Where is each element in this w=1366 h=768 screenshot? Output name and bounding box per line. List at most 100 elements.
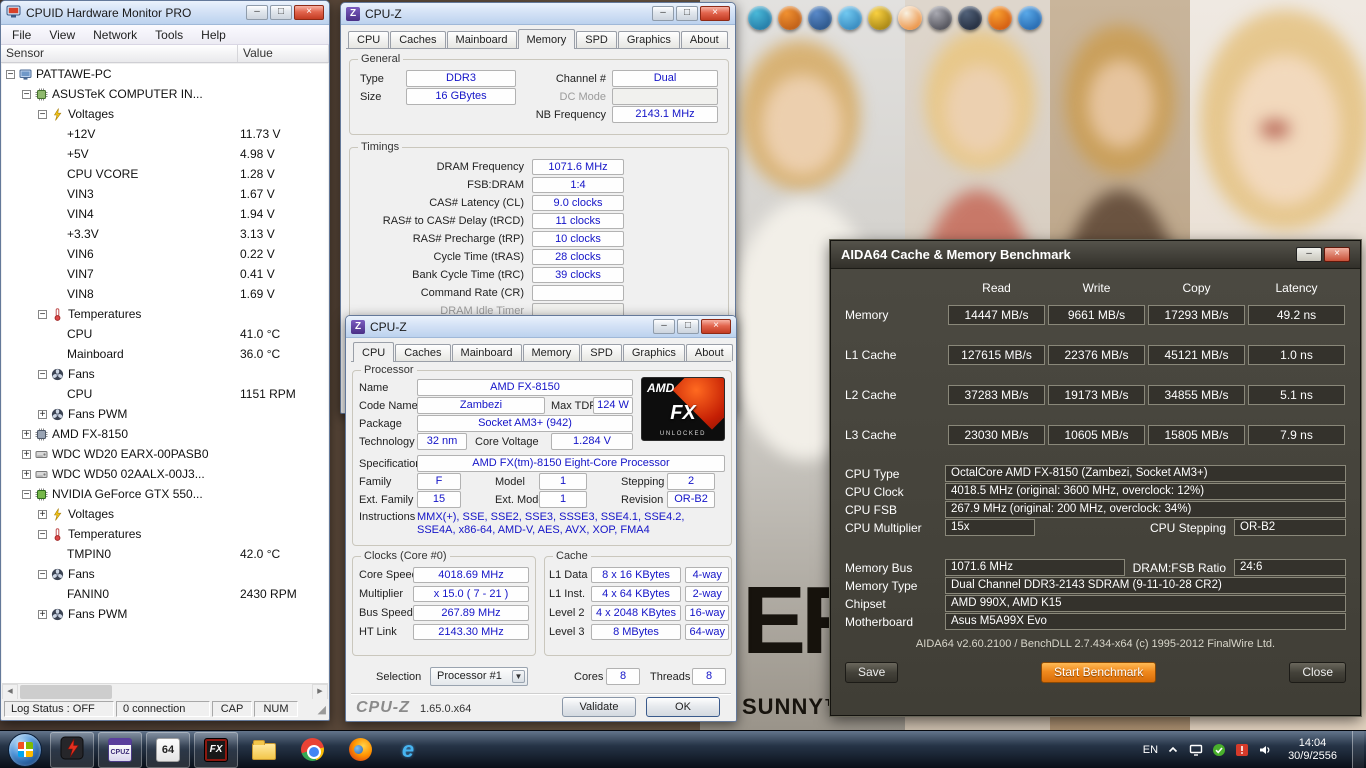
tab-mainboard[interactable]: Mainboard bbox=[451, 344, 522, 361]
tree-item[interactable]: VIN6 0.22 V bbox=[2, 244, 328, 264]
update-tray-icon[interactable] bbox=[1211, 742, 1227, 758]
hwmonitor-titlebar[interactable]: CPUID Hardware Monitor PRO – □ × bbox=[1, 1, 329, 25]
tab-graphics[interactable]: Graphics bbox=[622, 344, 685, 361]
tab-spd[interactable]: SPD bbox=[576, 31, 617, 48]
tree-item[interactable]: VIN7 0.41 V bbox=[2, 264, 328, 284]
menu-file[interactable]: File bbox=[3, 26, 40, 44]
hidden-icons-chevron-icon[interactable] bbox=[1165, 742, 1181, 758]
scrollbar-thumb[interactable] bbox=[20, 684, 112, 699]
scroll-right-icon[interactable]: ▶ bbox=[312, 683, 328, 700]
taskbar-item-chrome[interactable] bbox=[290, 732, 334, 768]
dock-icon-7[interactable] bbox=[928, 6, 952, 30]
validate-button[interactable]: Validate bbox=[562, 697, 636, 717]
tree-item[interactable]: − PATTAWE-PC bbox=[2, 64, 328, 84]
alert-tray-icon[interactable] bbox=[1234, 742, 1250, 758]
show-desktop-button[interactable] bbox=[1352, 730, 1364, 768]
tree-item[interactable]: CPU 1151 RPM bbox=[2, 384, 328, 404]
tab-mainboard[interactable]: Mainboard bbox=[446, 31, 517, 48]
tree-item[interactable]: − Temperatures bbox=[2, 304, 328, 324]
cpuz-memory-titlebar[interactable]: Z CPU-Z – □ × bbox=[341, 3, 735, 25]
tree-item[interactable]: − ASUSTeK COMPUTER IN... bbox=[2, 84, 328, 104]
display-tray-icon[interactable] bbox=[1188, 742, 1204, 758]
expand-toggle-icon[interactable]: + bbox=[22, 429, 31, 439]
taskbar-item-firefox[interactable] bbox=[338, 732, 382, 768]
menu-view[interactable]: View bbox=[40, 26, 84, 44]
tree-item[interactable]: VIN4 1.94 V bbox=[2, 204, 328, 224]
dock-icon-4[interactable] bbox=[838, 6, 862, 30]
expand-toggle-icon[interactable]: − bbox=[38, 569, 47, 579]
start-button[interactable] bbox=[8, 732, 42, 767]
horizontal-scrollbar[interactable]: ◀ ▶ bbox=[2, 683, 328, 700]
tree-item[interactable]: + WDC WD20 EARX-00PASB0 bbox=[2, 444, 328, 464]
tree-item[interactable]: − Fans bbox=[2, 564, 328, 584]
ok-button[interactable]: OK bbox=[646, 697, 720, 717]
processor-select[interactable]: Processor #1 ▼ bbox=[430, 667, 528, 686]
expand-toggle-icon[interactable]: + bbox=[38, 609, 47, 619]
scroll-left-icon[interactable]: ◀ bbox=[2, 683, 18, 700]
dock-icon-10[interactable] bbox=[1018, 6, 1042, 30]
tab-caches[interactable]: Caches bbox=[395, 344, 451, 361]
dock-icon-1[interactable] bbox=[748, 6, 772, 30]
dock-icon-2[interactable] bbox=[778, 6, 802, 30]
maximize-button[interactable]: □ bbox=[270, 5, 292, 20]
language-indicator[interactable]: EN bbox=[1143, 744, 1158, 756]
minimize-button[interactable]: – bbox=[652, 6, 674, 21]
tree-item[interactable]: + AMD FX-8150 bbox=[2, 424, 328, 444]
tree-item[interactable]: − NVIDIA GeForce GTX 550... bbox=[2, 484, 328, 504]
dock-icon-6[interactable] bbox=[898, 6, 922, 30]
column-header-sensor[interactable]: Sensor bbox=[1, 45, 238, 62]
chevron-down-icon[interactable]: ▼ bbox=[512, 670, 525, 683]
tree-item[interactable]: VIN3 1.67 V bbox=[2, 184, 328, 204]
menu-network[interactable]: Network bbox=[84, 26, 146, 44]
save-button[interactable]: Save bbox=[845, 662, 899, 683]
taskbar-item-aida64[interactable]: 64 bbox=[146, 731, 190, 768]
tab-graphics[interactable]: Graphics bbox=[617, 31, 680, 48]
expand-toggle-icon[interactable]: − bbox=[22, 89, 31, 99]
close-button[interactable]: × bbox=[1324, 247, 1350, 262]
tab-about[interactable]: About bbox=[685, 344, 733, 361]
tree-item[interactable]: − Fans bbox=[2, 364, 328, 384]
tab-spd[interactable]: SPD bbox=[581, 344, 622, 361]
expand-toggle-icon[interactable]: + bbox=[22, 469, 31, 479]
volume-icon[interactable] bbox=[1257, 742, 1273, 758]
minimize-button[interactable]: – bbox=[1296, 247, 1322, 262]
menu-help[interactable]: Help bbox=[192, 26, 235, 44]
close-button[interactable]: × bbox=[294, 5, 324, 20]
dock-icon-5[interactable] bbox=[868, 6, 892, 30]
expand-toggle-icon[interactable]: + bbox=[22, 449, 31, 459]
tab-cpu[interactable]: CPU bbox=[353, 342, 395, 362]
taskbar-item-internet-explorer[interactable]: e bbox=[386, 732, 430, 768]
expand-toggle-icon[interactable]: − bbox=[38, 309, 47, 319]
tree-item[interactable]: CPU VCORE 1.28 V bbox=[2, 164, 328, 184]
tree-item[interactable]: + WDC WD50 02AALX-00J3... bbox=[2, 464, 328, 484]
close-button[interactable]: × bbox=[701, 319, 731, 334]
taskbar-item-cpuz[interactable]: CPUZ bbox=[98, 731, 142, 768]
tree-item[interactable]: + Fans PWM bbox=[2, 604, 328, 624]
expand-toggle-icon[interactable]: − bbox=[38, 369, 47, 379]
tree-item[interactable]: − Voltages bbox=[2, 104, 328, 124]
tab-memory[interactable]: Memory bbox=[517, 29, 576, 49]
taskbar-item-explorer[interactable] bbox=[242, 732, 286, 768]
minimize-button[interactable]: – bbox=[246, 5, 268, 20]
maximize-button[interactable]: □ bbox=[676, 6, 698, 21]
tab-memory[interactable]: Memory bbox=[522, 344, 581, 361]
cpuz-cpu-titlebar[interactable]: Z CPU-Z – □ × bbox=[346, 316, 736, 338]
tree-item[interactable]: + Voltages bbox=[2, 504, 328, 524]
expand-toggle-icon[interactable]: − bbox=[38, 529, 47, 539]
tab-caches[interactable]: Caches bbox=[390, 31, 446, 48]
tree-item[interactable]: +12V 11.73 V bbox=[2, 124, 328, 144]
close-button[interactable]: × bbox=[700, 6, 730, 21]
dock-icon-8[interactable] bbox=[958, 6, 982, 30]
dock-icon-9[interactable] bbox=[988, 6, 1012, 30]
start-benchmark-button[interactable]: Start Benchmark bbox=[1041, 662, 1157, 683]
minimize-button[interactable]: – bbox=[653, 319, 675, 334]
expand-toggle-icon[interactable]: + bbox=[38, 509, 47, 519]
tree-item[interactable]: − Temperatures bbox=[2, 524, 328, 544]
aida64-titlebar[interactable]: AIDA64 Cache & Memory Benchmark – × bbox=[831, 241, 1360, 269]
expand-toggle-icon[interactable]: − bbox=[6, 69, 15, 79]
tab-cpu[interactable]: CPU bbox=[348, 31, 390, 48]
tree-item[interactable]: + Fans PWM bbox=[2, 404, 328, 424]
dock-icon-3[interactable] bbox=[808, 6, 832, 30]
taskbar-item-amd-fx[interactable]: FX bbox=[194, 731, 238, 768]
tree-item[interactable]: +5V 4.98 V bbox=[2, 144, 328, 164]
